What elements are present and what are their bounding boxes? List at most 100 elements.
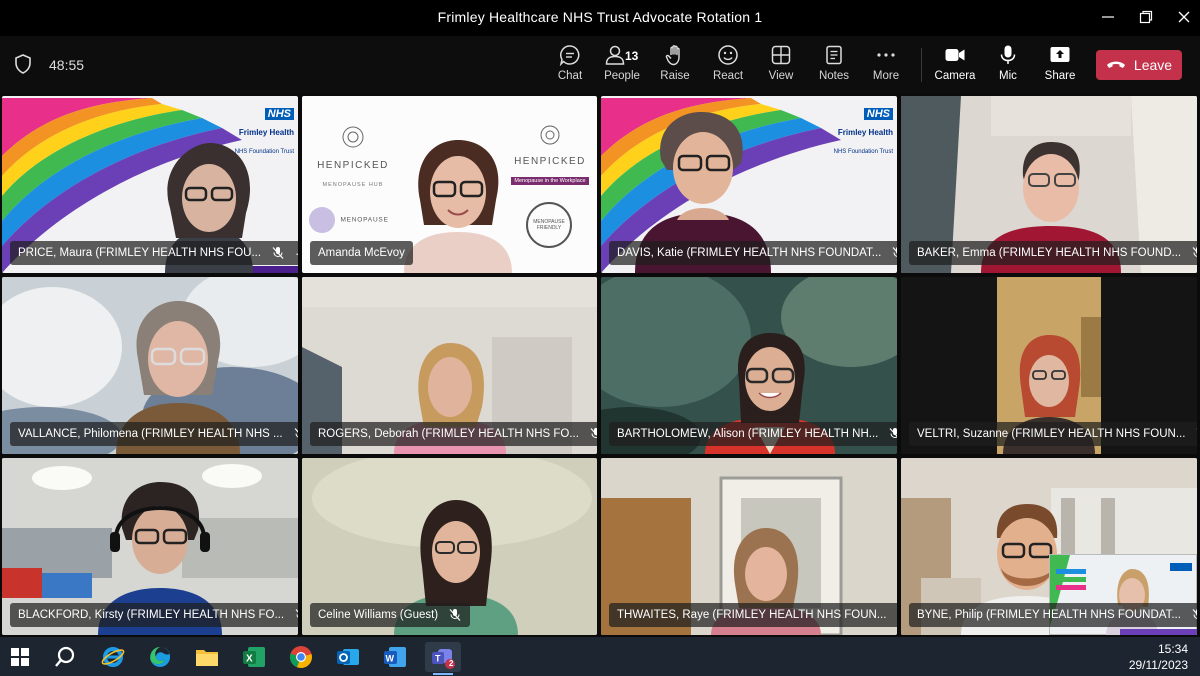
muted-mic-icon (892, 247, 897, 257)
chrome-icon[interactable] (286, 642, 316, 672)
participant-name-bar: VELTRI, Suzanne (FRIMLEY HEALTH NHS FOUN… (909, 422, 1197, 446)
svg-text:X: X (246, 654, 253, 665)
outlook-icon[interactable] (333, 642, 363, 672)
muted-mic-icon (294, 428, 298, 438)
active-app-indicator (433, 673, 453, 675)
share-label: Share (1044, 70, 1076, 82)
mic-button[interactable]: Mic (982, 42, 1034, 88)
participant-tile[interactable]: Celine Williams (Guest) (302, 458, 597, 635)
participant-name: BLACKFORD, Kirsty (FRIMLEY HEALTH NHS FO… (18, 609, 285, 621)
participant-tile[interactable]: HENPICKED MENOPAUSE HUB MENOPAUSE HENPIC… (302, 96, 597, 273)
participant-name: BYNE, Philip (FRIMLEY HEALTH NHS FOUNDAT… (917, 609, 1181, 621)
react-smiley-icon (718, 45, 738, 65)
participant-name: VALLANCE, Philomena (FRIMLEY HEALTH NHS … (18, 428, 283, 440)
windows-taskbar: X W T 2 15:34 29/11/2023 (0, 637, 1200, 676)
menopause-friendly-badge: MENOPAUSE FRIENDLY (526, 202, 572, 248)
participant-name-bar: THWAITES, Raye (FRIMLEY HEALTH NHS FOUN.… (609, 603, 897, 627)
camera-button[interactable]: Camera (929, 42, 981, 88)
chat-button[interactable]: Chat (544, 42, 596, 88)
meeting-timer: 48:55 (49, 57, 85, 73)
people-count-badge: 13 (625, 49, 639, 63)
teams-icon[interactable]: T 2 (425, 642, 461, 672)
video-grid: NHS Frimley Health NHS Foundation Trust … (0, 96, 1200, 636)
camera-icon (945, 49, 965, 61)
file-explorer-icon[interactable] (192, 642, 222, 672)
participant-tile[interactable]: VALLANCE, Philomena (FRIMLEY HEALTH NHS … (2, 277, 298, 454)
shield-icon[interactable] (14, 54, 32, 79)
participant-tile[interactable]: BAKER, Emma (FRIMLEY HEALTH NHS FOUND... (901, 96, 1197, 273)
participant-name: BAKER, Emma (FRIMLEY HEALTH NHS FOUND... (917, 247, 1182, 259)
notes-icon (826, 45, 842, 65)
participant-tile[interactable]: BARTHOLOMEW, Alison (FRIMLEY HEALTH NH..… (601, 277, 897, 454)
chat-icon (559, 45, 580, 66)
share-screen-icon (1050, 47, 1070, 62)
svg-text:W: W (386, 654, 395, 664)
people-button[interactable]: 13 People (596, 42, 648, 88)
minimize-button[interactable] (1096, 6, 1120, 28)
people-icon (605, 45, 625, 65)
participant-name: THWAITES, Raye (FRIMLEY HEALTH NHS FOUN.… (617, 609, 887, 621)
participant-name: DAVIS, Katie (FRIMLEY HEALTH NHS FOUNDAT… (617, 247, 882, 259)
participant-tile[interactable]: NHS Frimley Health NHS Foundation Trust … (601, 96, 897, 273)
restore-button[interactable] (1134, 6, 1158, 28)
participant-name-bar: PRICE, Maura (FRIMLEY HEALTH NHS FOU... … (10, 241, 298, 265)
hang-up-phone-icon (1106, 61, 1125, 68)
participant-tile[interactable]: THWAITES, Raye (FRIMLEY HEALTH NHS FOUN.… (601, 458, 897, 635)
svg-text:T: T (435, 654, 441, 664)
system-clock[interactable]: 15:34 29/11/2023 (1129, 641, 1188, 673)
participant-tile[interactable]: NHS Frimley Health NHS Foundation Trust … (2, 96, 298, 273)
search-icon[interactable] (50, 642, 80, 672)
excel-icon[interactable]: X (239, 642, 269, 672)
henpicked-flower-icon (540, 125, 560, 145)
windows-start-icon[interactable] (5, 642, 35, 672)
share-button[interactable]: Share (1034, 42, 1086, 88)
participant-tile[interactable]: VELTRI, Suzanne (FRIMLEY HEALTH NHS FOUN… (901, 277, 1197, 454)
close-button[interactable] (1172, 6, 1196, 28)
participant-tile[interactable]: ROGERS, Deborah (FRIMLEY HEALTH NHS FO..… (302, 277, 597, 454)
notes-button[interactable]: Notes (808, 42, 860, 88)
view-grid-icon (771, 45, 791, 65)
muted-mic-icon (295, 609, 298, 618)
henpicked-hub-logo: HENPICKED MENOPAUSE HUB (308, 124, 398, 191)
muted-mic-icon (272, 247, 284, 259)
raise-hand-icon (665, 45, 680, 66)
view-button[interactable]: View (755, 42, 807, 88)
participant-name-bar: VALLANCE, Philomena (FRIMLEY HEALTH NHS … (10, 422, 298, 446)
participant-name: BARTHOLOMEW, Alison (FRIMLEY HEALTH NH..… (617, 428, 879, 440)
react-button[interactable]: React (702, 42, 754, 88)
more-button[interactable]: More (860, 42, 912, 88)
participant-name-bar: BYNE, Philip (FRIMLEY HEALTH NHS FOUNDAT… (909, 603, 1197, 627)
camera-label: Camera (934, 70, 976, 82)
participant-name: Celine Williams (Guest) (318, 609, 439, 621)
participant-tile[interactable]: BLACKFORD, Kirsty (FRIMLEY HEALTH NHS FO… (2, 458, 298, 635)
raise-label: Raise (660, 70, 690, 82)
leave-button[interactable]: Leave (1096, 50, 1182, 80)
edge-icon[interactable] (145, 642, 175, 672)
muted-mic-icon (590, 428, 597, 439)
window-title-bar: Frimley Healthcare NHS Trust Advocate Ro… (0, 0, 1200, 36)
teams-notification-badge: 2 (449, 659, 454, 668)
raise-hand-button[interactable]: Raise (649, 42, 701, 88)
minimize-icon (1102, 16, 1114, 18)
internet-explorer-icon[interactable] (98, 642, 128, 672)
participant-name-bar: Celine Williams (Guest) (310, 603, 471, 627)
participant-name: ROGERS, Deborah (FRIMLEY HEALTH NHS FO..… (318, 428, 579, 440)
menopause-logo: MENOPAUSE (308, 206, 404, 234)
muted-mic-icon (449, 609, 461, 621)
mic-label: Mic (999, 70, 1017, 82)
more-options-dots[interactable]: ··· (295, 246, 298, 261)
henpicked-flower-icon (342, 126, 364, 148)
people-label: People (604, 70, 640, 82)
leave-label: Leave (1133, 57, 1173, 73)
menopause-circle-icon (309, 207, 335, 233)
participant-name: Amanda McEvoy (318, 247, 405, 259)
muted-mic-icon (896, 608, 897, 622)
participant-tile[interactable]: BYNE, Philip (FRIMLEY HEALTH NHS FOUNDAT… (901, 458, 1197, 635)
close-icon (1178, 11, 1190, 23)
toolbar-divider (921, 48, 922, 82)
participant-name: VELTRI, Suzanne (FRIMLEY HEALTH NHS FOUN… (917, 428, 1186, 440)
clock-date: 29/11/2023 (1128, 658, 1188, 672)
notes-label: Notes (818, 70, 850, 82)
word-icon[interactable]: W (380, 642, 410, 672)
meeting-toolbar: 48:55 Chat 13 People Raise React View No… (0, 36, 1200, 94)
